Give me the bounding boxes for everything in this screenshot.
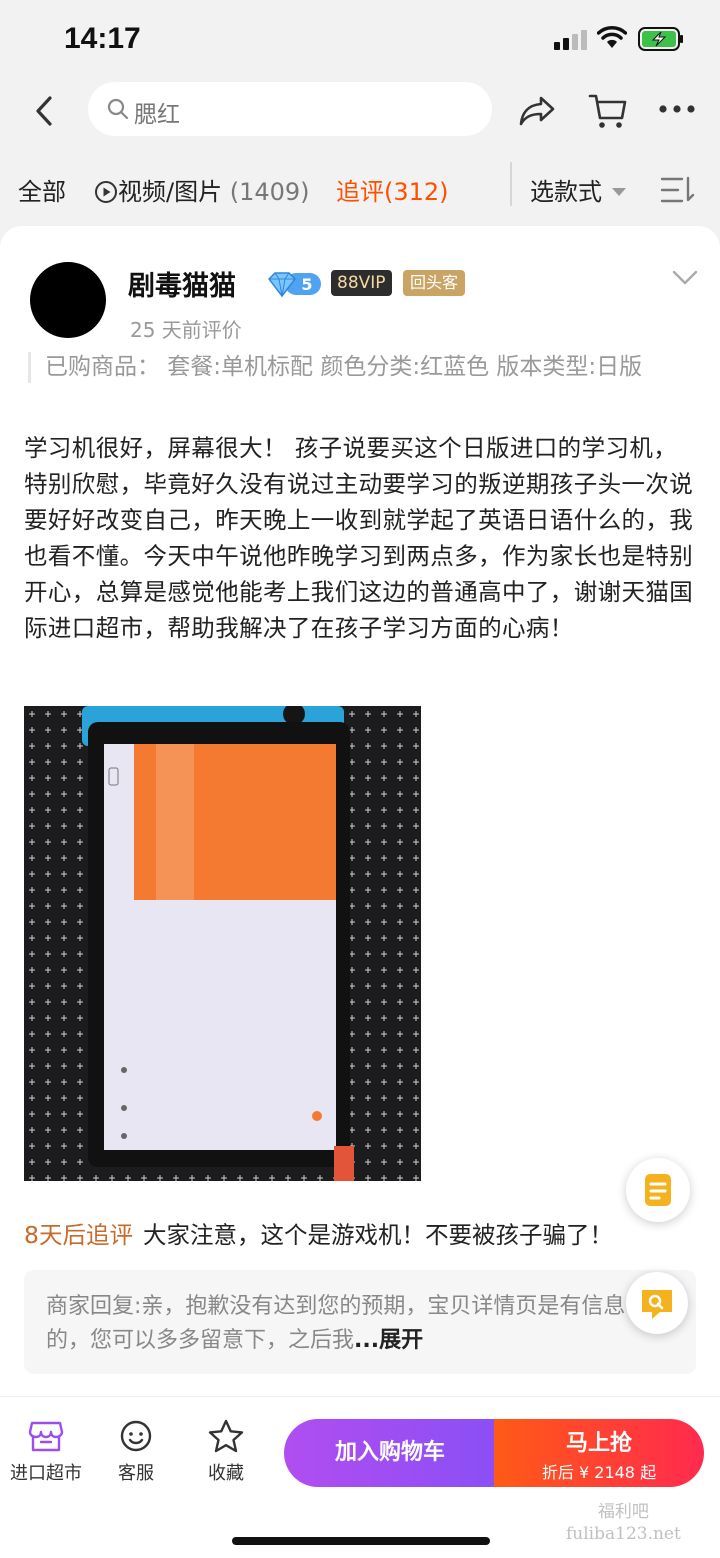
style-select-label: 选款式	[530, 178, 602, 206]
reviewer-name: 剧毒猫猫	[128, 271, 236, 302]
more-options-icon[interactable]	[658, 102, 696, 116]
question-answer-icon	[642, 1290, 672, 1319]
followup-text: 大家注意，这个是游戏机！不要被孩子骗了！	[142, 1221, 613, 1249]
watermark-line2: fuliba123.net	[566, 1524, 681, 1544]
buy-now-label: 马上抢	[565, 1431, 632, 1456]
store-label: 进口超市	[10, 1463, 82, 1484]
tab-video-image-label: 视频/图片	[118, 178, 223, 206]
tab-followup-label: 追评	[336, 178, 384, 206]
shopping-cart-icon[interactable]	[588, 92, 628, 130]
watermark: 福利吧 fuliba123.net	[566, 1501, 681, 1545]
search-icon	[107, 98, 129, 120]
notes-icon	[645, 1174, 671, 1206]
store-icon	[28, 1421, 64, 1452]
buy-now-button[interactable]: 马上抢 折后 ¥ 2148 起	[494, 1419, 704, 1487]
watermark-line1: 福利吧	[597, 1502, 649, 1522]
repeat-customer-badge: 回头客	[403, 270, 466, 296]
chevron-down-icon[interactable]	[672, 270, 698, 286]
review-date: 25 天前评价	[130, 318, 242, 342]
status-bar: 14:17	[0, 0, 720, 80]
avatar[interactable]	[30, 262, 106, 338]
customer-service-icon	[120, 1420, 152, 1452]
buy-now-price: 折后 ¥ 2148 起	[541, 1463, 657, 1482]
caret-down-icon	[612, 188, 626, 196]
review-text: 学习机很好，屏幕很大！ 孩子说要买这个日版进口的学习机，特别欣慰，毕竟好久没有说…	[24, 434, 694, 642]
customer-service-button[interactable]: 客服	[96, 1419, 176, 1485]
cellular-signal-icon	[554, 30, 587, 50]
followup-label: 8天后追评	[24, 1221, 133, 1249]
battery-charging-icon	[638, 27, 683, 51]
tab-followup[interactable]: 追评(312)	[336, 172, 449, 207]
diamond-level-icon: 5	[268, 272, 321, 298]
add-to-cart-button[interactable]: 加入购物车	[284, 1419, 496, 1487]
purchased-item-info: 已购商品： 套餐:单机标配 颜色分类:红蓝色 版本类型:日版	[28, 352, 668, 383]
search-header: 腮红	[0, 80, 720, 146]
bottom-action-bar: 进口超市 客服 收藏 加入购物车 马上抢 折后 ¥ 2148 起 福利吧 ful…	[0, 1396, 720, 1558]
back-arrow-icon[interactable]	[28, 94, 62, 128]
review-filter-tabs: 全部 视频/图片 (1409) 追评(312) 选款式	[0, 148, 720, 226]
vip-badge: 88VIP	[331, 270, 392, 296]
customer-service-label: 客服	[118, 1463, 154, 1484]
search-query: 腮红	[134, 102, 180, 128]
tab-video-image[interactable]: 视频/图片 (1409)	[94, 172, 310, 207]
favorite-label: 收藏	[208, 1463, 244, 1484]
floating-qa-button[interactable]	[626, 1272, 688, 1334]
share-icon[interactable]	[517, 94, 557, 128]
tab-all[interactable]: 全部	[18, 172, 66, 207]
filter-list-icon[interactable]	[660, 176, 696, 204]
search-input[interactable]: 腮红	[88, 82, 492, 136]
tab-divider	[510, 162, 512, 206]
level-number: 5	[301, 275, 312, 294]
tab-followup-count: (312)	[384, 178, 449, 206]
tab-video-image-count: (1409)	[229, 178, 310, 206]
wifi-icon	[597, 26, 627, 48]
seller-reply[interactable]: 商家回复:亲，抱歉没有达到您的预期，宝贝详情页是有信息说明的，您可以多多留意下，…	[24, 1270, 696, 1374]
home-indicator[interactable]	[232, 1537, 490, 1545]
style-select-dropdown[interactable]: 选款式	[530, 172, 626, 207]
review-photo[interactable]	[24, 706, 421, 1181]
play-circle-icon	[95, 181, 117, 203]
review-card: 剧毒猫猫 5 88VIP 回头客 25 天前评价 已购商品： 套餐:单机标配 颜…	[0, 226, 720, 1396]
status-time: 14:17	[64, 22, 141, 55]
store-button[interactable]: 进口超市	[6, 1419, 86, 1485]
star-icon	[208, 1419, 244, 1453]
expand-reply-link[interactable]: ...展开	[354, 1328, 423, 1353]
floating-notes-button[interactable]	[626, 1158, 690, 1222]
followup-review: 8天后追评 大家注意，这个是游戏机！不要被孩子骗了！	[24, 1216, 613, 1250]
favorite-button[interactable]: 收藏	[186, 1419, 266, 1485]
